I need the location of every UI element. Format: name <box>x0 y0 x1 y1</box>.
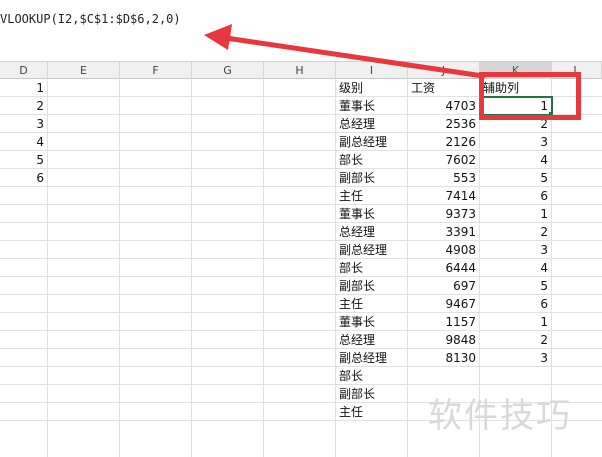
cell-helper[interactable]: 3 <box>480 241 552 259</box>
cell-level[interactable]: 部长 <box>336 259 408 277</box>
column-header-e[interactable]: E <box>48 62 120 79</box>
cell-level[interactable]: 副部长 <box>336 385 408 403</box>
cell-helper[interactable]: 3 <box>480 133 552 151</box>
cell-level[interactable]: 副部长 <box>336 169 408 187</box>
cell-level[interactable]: 总经理 <box>336 223 408 241</box>
column-header-g[interactable]: G <box>192 62 264 79</box>
cell-d1[interactable]: 1 <box>0 79 48 97</box>
cell-d2[interactable]: 2 <box>0 97 48 115</box>
cell-salary[interactable] <box>408 367 480 385</box>
column-header-h[interactable]: H <box>264 62 336 79</box>
cell-level[interactable]: 董事长 <box>336 313 408 331</box>
cell-level[interactable]: 总经理 <box>336 115 408 133</box>
formula-text[interactable]: VLOOKUP(I2,$C$1:$D$6,2,0) <box>0 12 181 26</box>
gridline <box>263 79 264 457</box>
cell-helper[interactable]: 2 <box>480 223 552 241</box>
cell-level[interactable]: 副总经理 <box>336 133 408 151</box>
cell-level[interactable]: 副部长 <box>336 277 408 295</box>
cell-d6[interactable]: 6 <box>0 169 48 187</box>
cell-salary[interactable]: 9373 <box>408 205 480 223</box>
cell-d4[interactable]: 4 <box>0 133 48 151</box>
cell-salary[interactable]: 4908 <box>408 241 480 259</box>
cell-level[interactable]: 主任 <box>336 187 408 205</box>
cell-salary[interactable]: 9848 <box>408 331 480 349</box>
cell-helper[interactable]: 1 <box>480 205 552 223</box>
annotation-highlight-box <box>479 72 581 120</box>
cell-helper[interactable]: 5 <box>480 277 552 295</box>
cell-level[interactable]: 主任 <box>336 295 408 313</box>
cell-salary[interactable]: 3391 <box>408 223 480 241</box>
column-header-d[interactable]: D <box>0 62 48 79</box>
cell-helper[interactable] <box>480 367 552 385</box>
header-salary[interactable]: 工资 <box>408 79 480 97</box>
cell-salary[interactable]: 4703 <box>408 97 480 115</box>
column-header-i[interactable]: I <box>336 62 408 79</box>
cell-helper[interactable]: 1 <box>480 313 552 331</box>
cell-helper[interactable]: 5 <box>480 169 552 187</box>
header-level[interactable]: 级别 <box>336 79 408 97</box>
cell-level[interactable]: 董事长 <box>336 97 408 115</box>
cell-salary[interactable]: 2126 <box>408 133 480 151</box>
cell-salary[interactable]: 2536 <box>408 115 480 133</box>
cell-level[interactable]: 董事长 <box>336 205 408 223</box>
cell-salary[interactable]: 1157 <box>408 313 480 331</box>
cell-salary[interactable]: 8130 <box>408 349 480 367</box>
cell-salary[interactable]: 553 <box>408 169 480 187</box>
formula-bar[interactable]: VLOOKUP(I2,$C$1:$D$6,2,0) <box>0 0 602 62</box>
cell-salary[interactable]: 9467 <box>408 295 480 313</box>
cell-d5[interactable]: 5 <box>0 151 48 169</box>
cell-helper[interactable]: 4 <box>480 151 552 169</box>
cell-helper[interactable]: 6 <box>480 187 552 205</box>
watermark: 软件技巧 <box>428 396 572 436</box>
cell-salary[interactable]: 7602 <box>408 151 480 169</box>
column-header-f[interactable]: F <box>120 62 192 79</box>
cell-level[interactable]: 部长 <box>336 367 408 385</box>
cell-level[interactable]: 部长 <box>336 151 408 169</box>
cell-level[interactable]: 主任 <box>336 403 408 421</box>
cell-level[interactable]: 副总经理 <box>336 241 408 259</box>
gridline <box>119 79 120 457</box>
gridline <box>191 79 192 457</box>
column-header-j[interactable]: J <box>408 62 480 79</box>
cell-salary[interactable]: 7414 <box>408 187 480 205</box>
cell-salary[interactable]: 6444 <box>408 259 480 277</box>
cell-helper[interactable]: 2 <box>480 331 552 349</box>
cell-salary[interactable]: 697 <box>408 277 480 295</box>
cell-helper[interactable]: 6 <box>480 295 552 313</box>
cell-helper[interactable]: 4 <box>480 259 552 277</box>
cell-level[interactable]: 副总经理 <box>336 349 408 367</box>
cell-d3[interactable]: 3 <box>0 115 48 133</box>
cell-level[interactable]: 总经理 <box>336 331 408 349</box>
cell-helper[interactable]: 3 <box>480 349 552 367</box>
